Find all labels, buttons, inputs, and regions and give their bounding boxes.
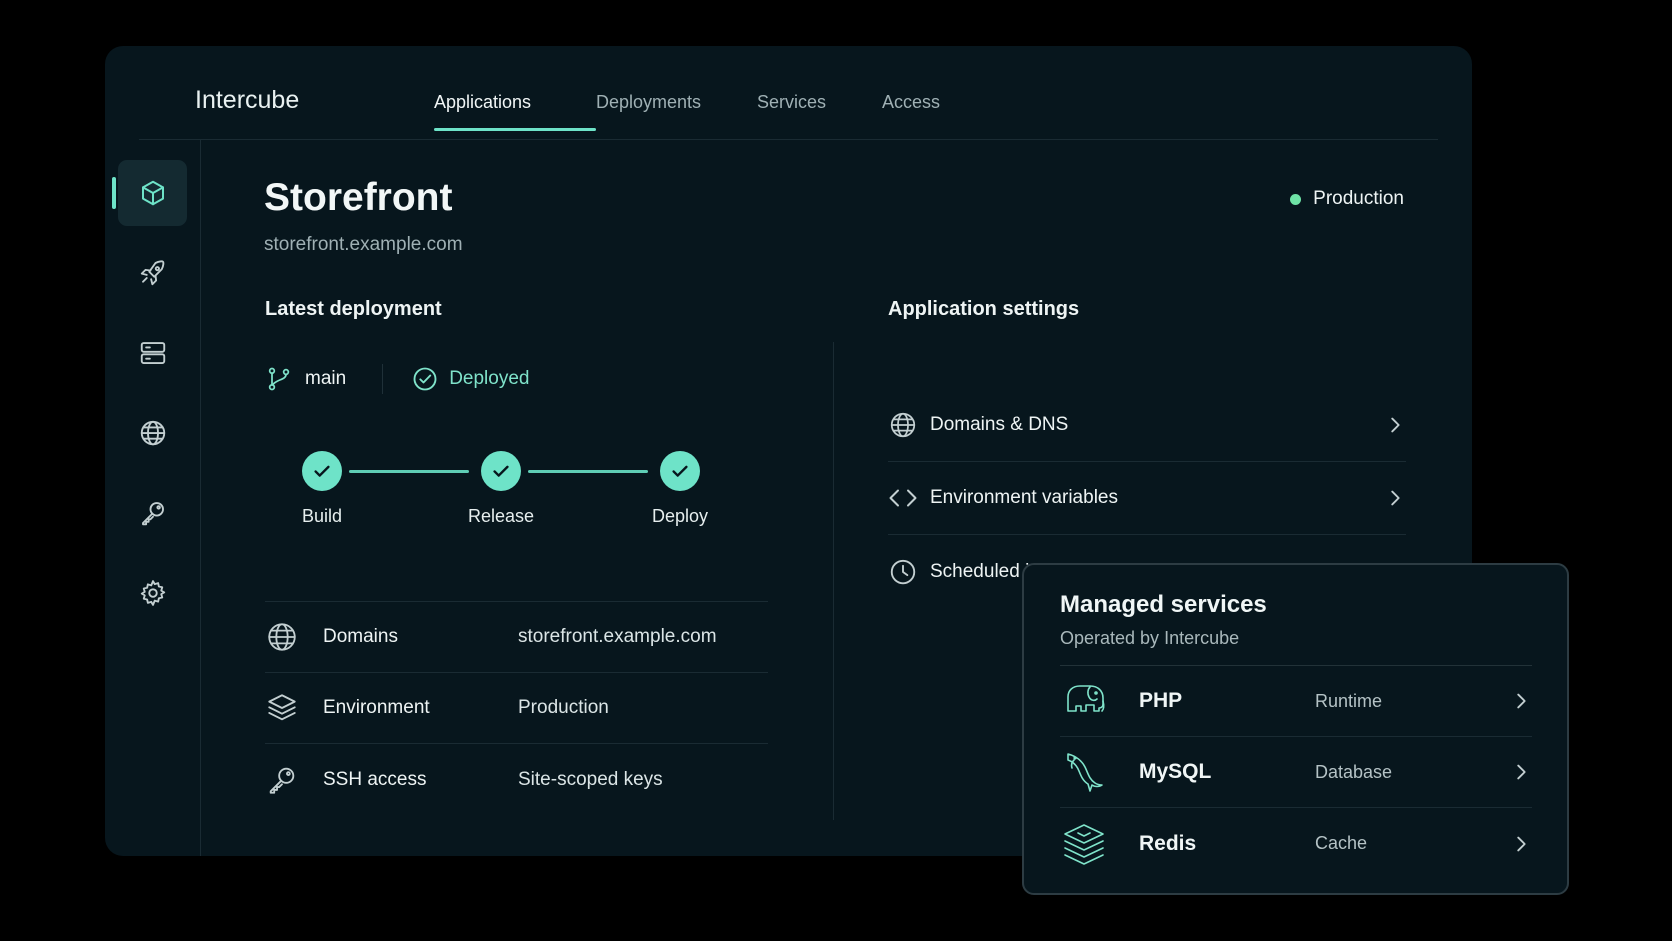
page-title: Storefront xyxy=(264,176,453,219)
code-icon xyxy=(889,489,917,507)
detail-label: Domains xyxy=(323,626,398,647)
server-icon xyxy=(140,342,165,364)
step-check xyxy=(481,451,521,491)
top-bar: Intercube Applications Deployments Servi… xyxy=(105,46,1472,140)
service-name: PHP xyxy=(1139,689,1183,712)
sidebar-item-applications[interactable] xyxy=(112,160,187,226)
gear-icon xyxy=(140,580,165,606)
step-label: Deploy xyxy=(651,506,709,526)
sidebar-item-servers[interactable] xyxy=(118,320,187,386)
top-divider xyxy=(139,139,1438,140)
detail-value: Site-scoped keys xyxy=(518,768,663,790)
detail-label: Environment xyxy=(323,697,430,718)
summary-divider xyxy=(382,364,384,394)
pipeline-step-build: Build xyxy=(262,451,382,527)
chevron-right-icon xyxy=(1517,764,1526,780)
sidebar-item-settings[interactable] xyxy=(118,560,187,626)
status-dot xyxy=(1290,193,1302,205)
settings-heading: Application settings xyxy=(888,298,1080,320)
deployment-status: Deployed xyxy=(449,368,530,389)
service-redis[interactable]: Redis Cache xyxy=(1060,808,1532,879)
column-divider xyxy=(833,342,834,820)
chevron-right-icon xyxy=(1391,417,1400,433)
managed-services-card: Managed services Operated by Intercube P… xyxy=(1022,563,1569,895)
service-type: Database xyxy=(1315,761,1393,782)
deployment-pipeline: Build Release Deploy xyxy=(265,451,735,541)
latest-deployment-heading: Latest deployment xyxy=(265,298,442,320)
detail-value: storefront.example.com xyxy=(518,626,717,647)
globe-icon xyxy=(268,623,296,651)
step-label: Build xyxy=(301,506,343,526)
app-url[interactable]: storefront.example.com xyxy=(264,234,463,256)
card-title: Managed services xyxy=(1060,591,1267,618)
cube-icon xyxy=(141,180,164,206)
service-name: Redis xyxy=(1139,831,1197,855)
rocket-icon xyxy=(140,260,164,286)
sidebar-item-domains[interactable] xyxy=(118,400,187,466)
card-subtitle: Operated by Intercube xyxy=(1060,628,1240,648)
globe-icon xyxy=(140,420,165,446)
check-icon xyxy=(493,465,509,477)
stack-icon xyxy=(1064,823,1104,865)
brand-logo[interactable]: Intercube xyxy=(195,86,299,115)
clock-icon xyxy=(890,559,916,584)
detail-label: SSH access xyxy=(323,768,427,790)
service-php[interactable]: PHP Runtime xyxy=(1060,666,1532,737)
tab-access[interactable]: Access xyxy=(882,92,962,136)
detail-value: Production xyxy=(518,697,609,718)
setting-label: Environment variables xyxy=(930,487,1118,508)
detail-row-domains: Domains storefront.example.com xyxy=(265,602,768,673)
pipeline-step-deploy: Deploy xyxy=(620,451,740,527)
sidebar-item-deployments[interactable] xyxy=(118,240,187,306)
service-mysql[interactable]: MySQL Database xyxy=(1060,737,1532,808)
branch-name: main xyxy=(305,368,347,389)
sidebar-divider xyxy=(200,140,201,856)
environment-badge: Production xyxy=(1290,188,1404,210)
key-icon xyxy=(269,767,295,794)
setting-label: Domains & DNS xyxy=(930,414,1069,435)
check-circle-icon xyxy=(413,367,437,391)
sidebar-item-access[interactable] xyxy=(118,480,187,546)
service-name: MySQL xyxy=(1139,760,1212,783)
pipeline-step-release: Release xyxy=(441,451,561,527)
git-branch-icon xyxy=(268,367,290,391)
key-icon xyxy=(141,502,164,526)
chevron-right-icon xyxy=(1517,693,1526,709)
globe-icon xyxy=(890,412,916,438)
check-icon xyxy=(672,465,688,477)
deployment-summary: main Deployed xyxy=(265,362,529,396)
step-check xyxy=(302,451,342,491)
detail-row-ssh: SSH access Site-scoped keys xyxy=(265,744,768,815)
environment-label: Production xyxy=(1313,188,1404,209)
service-type: Runtime xyxy=(1315,690,1383,711)
setting-environment-variables[interactable]: Environment variables xyxy=(888,462,1406,535)
tab-deployments[interactable]: Deployments xyxy=(596,92,757,136)
deployment-details: Domains storefront.example.com Environme… xyxy=(265,601,768,815)
step-label: Release xyxy=(467,506,535,526)
services-list: PHP Runtime MySQL Database Redis Cache xyxy=(1060,665,1532,879)
sidebar xyxy=(105,140,201,856)
tab-applications[interactable]: Applications xyxy=(434,92,596,136)
setting-domains-dns[interactable]: Domains & DNS xyxy=(888,389,1406,462)
service-type: Cache xyxy=(1315,833,1368,853)
chevron-right-icon xyxy=(1391,490,1400,506)
dolphin-icon xyxy=(1067,753,1103,792)
detail-row-environment: Environment Production xyxy=(265,673,768,744)
elephant-icon xyxy=(1067,685,1105,712)
chevron-right-icon xyxy=(1517,836,1526,851)
main-nav: Applications Deployments Services Access xyxy=(434,92,962,136)
layers-icon xyxy=(268,694,296,721)
tab-services[interactable]: Services xyxy=(757,92,882,136)
check-icon xyxy=(314,465,330,477)
step-check xyxy=(660,451,700,491)
